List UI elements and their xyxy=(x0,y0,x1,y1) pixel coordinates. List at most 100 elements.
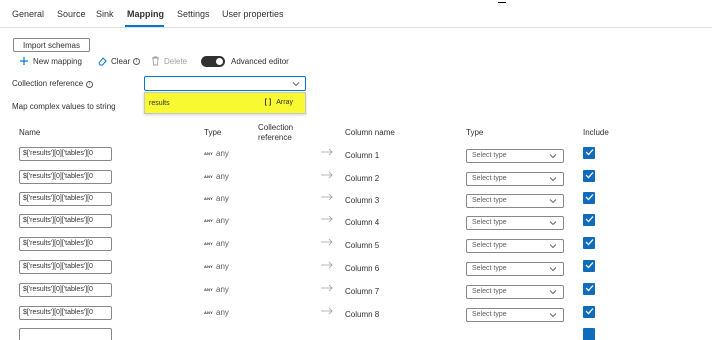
source-type: any xyxy=(216,262,229,271)
checkmark-icon xyxy=(585,148,594,158)
source-type: any xyxy=(216,308,229,317)
type-select-placeholder: Select type xyxy=(472,219,507,226)
table-row: $['results'][0]['tables'][0 ANY any Colu… xyxy=(0,260,712,282)
column-name[interactable]: Column 2 xyxy=(345,174,379,183)
arrow-right-icon xyxy=(320,171,334,181)
table-row: $['results'][0]['tables'][0 ANY any Colu… xyxy=(0,147,712,169)
chevron-down-icon xyxy=(549,265,557,277)
arrow-right-icon xyxy=(320,261,334,271)
header-name: Name xyxy=(19,128,41,137)
trash-icon xyxy=(151,56,160,66)
map-complex-values-label: Map complex values to string xyxy=(12,102,116,111)
info-icon[interactable]: i xyxy=(86,81,94,88)
chevron-down-icon xyxy=(549,197,557,209)
source-name-field[interactable]: $['results'][0]['tables'][0 xyxy=(19,147,112,161)
active-tab-indicator xyxy=(125,25,164,27)
source-type: any xyxy=(216,216,229,225)
arrow-right-icon xyxy=(320,307,334,317)
delete-label: Delete xyxy=(164,56,188,66)
source-name-field[interactable]: $['results'][0]['tables'][0 xyxy=(19,170,112,184)
header-include: Include xyxy=(583,128,609,137)
header-collection-reference: Collection reference xyxy=(258,123,294,142)
source-name-field[interactable]: $['results'][0]['tables'][0 xyxy=(19,192,112,206)
source-name-field[interactable]: $['results'][0]['tables'][0 xyxy=(19,214,112,228)
type-select-placeholder: Select type xyxy=(472,242,507,249)
include-checkbox[interactable] xyxy=(583,306,595,318)
tab-general[interactable]: General xyxy=(12,9,44,19)
arrow-right-icon xyxy=(320,193,334,203)
checkmark-icon xyxy=(585,307,594,317)
source-type: any xyxy=(216,149,229,158)
source-name-field[interactable]: $['results'][0]['tables'][0 xyxy=(19,283,112,297)
collection-option-type-label: Array xyxy=(276,99,293,106)
source-type: any xyxy=(216,239,229,248)
header-type: Type xyxy=(204,128,222,137)
clear-label: Clear xyxy=(111,56,131,66)
new-mapping-button[interactable]: New mapping xyxy=(19,54,82,68)
table-row: $['results'][0]['tables'][0 ANY any Colu… xyxy=(0,283,712,305)
any-type-icon: ANY xyxy=(204,264,214,269)
include-checkbox[interactable] xyxy=(583,260,595,272)
include-checkbox[interactable] xyxy=(583,214,595,226)
any-type-icon: ANY xyxy=(204,151,214,156)
include-checkbox[interactable] xyxy=(583,283,595,295)
any-type-icon: ANY xyxy=(204,196,214,201)
type-select-placeholder: Select type xyxy=(472,265,507,272)
delete-button[interactable]: Delete xyxy=(151,54,187,68)
tab-settings[interactable]: Settings xyxy=(177,9,210,19)
eraser-icon xyxy=(97,56,107,66)
array-icon: [ ] xyxy=(264,99,272,106)
collection-reference-label-row: Collection reference i xyxy=(12,79,94,88)
type-select[interactable]: Select type xyxy=(466,194,564,208)
collection-reference-dropdown[interactable] xyxy=(144,76,306,91)
type-select[interactable]: Select type xyxy=(466,239,564,253)
column-name[interactable]: Column 3 xyxy=(345,196,379,205)
tab-mapping[interactable]: Mapping xyxy=(127,9,164,19)
advanced-editor-toggle[interactable] xyxy=(201,56,225,67)
column-name[interactable]: Column 5 xyxy=(345,241,379,250)
chevron-down-icon xyxy=(549,152,557,164)
new-mapping-label: New mapping xyxy=(33,56,82,66)
partial-row-checkbox[interactable] xyxy=(583,328,595,340)
column-name[interactable]: Column 4 xyxy=(345,218,379,227)
type-select[interactable]: Select type xyxy=(466,216,564,230)
type-select[interactable]: Select type xyxy=(466,149,564,163)
chevron-down-icon xyxy=(549,288,557,300)
source-type: any xyxy=(216,194,229,203)
type-select-placeholder: Select type xyxy=(472,311,507,318)
tab-source[interactable]: Source xyxy=(57,9,86,19)
type-select[interactable]: Select type xyxy=(466,262,564,276)
column-name[interactable]: Column 1 xyxy=(345,151,379,160)
tab-bar: General Source Sink Mapping Settings Use… xyxy=(0,0,712,28)
collection-option-type: [ ] Array xyxy=(265,99,293,106)
column-name[interactable]: Column 6 xyxy=(345,264,379,273)
collection-option-results[interactable]: results xyxy=(149,100,170,107)
header-column-name: Column name xyxy=(345,128,395,137)
any-type-icon: ANY xyxy=(204,241,214,246)
include-checkbox[interactable] xyxy=(583,147,595,159)
any-type-icon: ANY xyxy=(204,174,214,179)
import-schemas-button[interactable]: Import schemas xyxy=(13,38,90,52)
include-checkbox[interactable] xyxy=(583,237,595,249)
source-type: any xyxy=(216,285,229,294)
column-name[interactable]: Column 8 xyxy=(345,310,379,319)
any-type-icon: ANY xyxy=(204,287,214,292)
info-icon[interactable]: i xyxy=(133,57,141,65)
tab-sink[interactable]: Sink xyxy=(96,9,114,19)
type-select[interactable]: Select type xyxy=(466,308,564,322)
partial-row-name-field[interactable] xyxy=(19,328,112,340)
checkmark-icon xyxy=(585,261,594,271)
tab-user-properties[interactable]: User properties xyxy=(222,9,284,19)
source-name-field[interactable]: $['results'][0]['tables'][0 xyxy=(19,260,112,274)
type-select[interactable]: Select type xyxy=(466,285,564,299)
chevron-down-icon xyxy=(549,219,557,231)
source-name-field[interactable]: $['results'][0]['tables'][0 xyxy=(19,237,112,251)
clear-button[interactable]: Clear i xyxy=(97,54,141,68)
table-row: $['results'][0]['tables'][0 ANY any Colu… xyxy=(0,306,712,328)
include-checkbox[interactable] xyxy=(583,170,595,182)
type-select[interactable]: Select type xyxy=(466,172,564,186)
chevron-down-icon xyxy=(549,175,557,187)
source-name-field[interactable]: $['results'][0]['tables'][0 xyxy=(19,306,112,320)
column-name[interactable]: Column 7 xyxy=(345,287,379,296)
include-checkbox[interactable] xyxy=(583,192,595,204)
